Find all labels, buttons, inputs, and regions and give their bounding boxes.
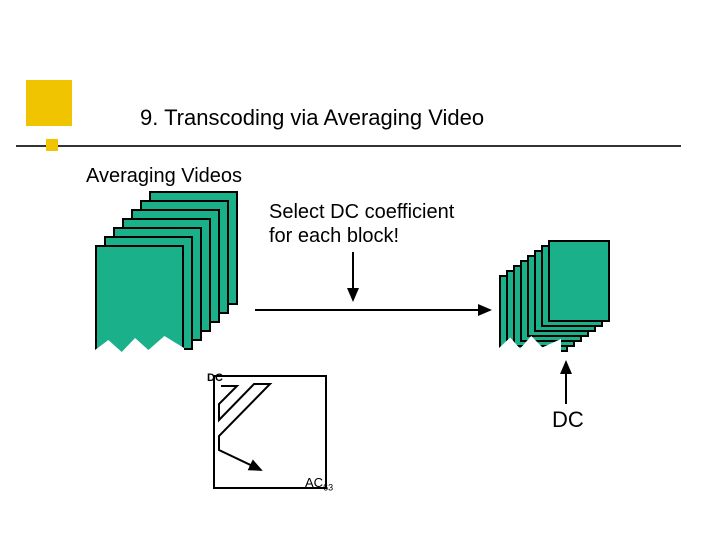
slide-canvas: 9. Transcoding via Averaging Video Avera… <box>0 0 720 540</box>
arrows-overlay <box>0 0 720 540</box>
